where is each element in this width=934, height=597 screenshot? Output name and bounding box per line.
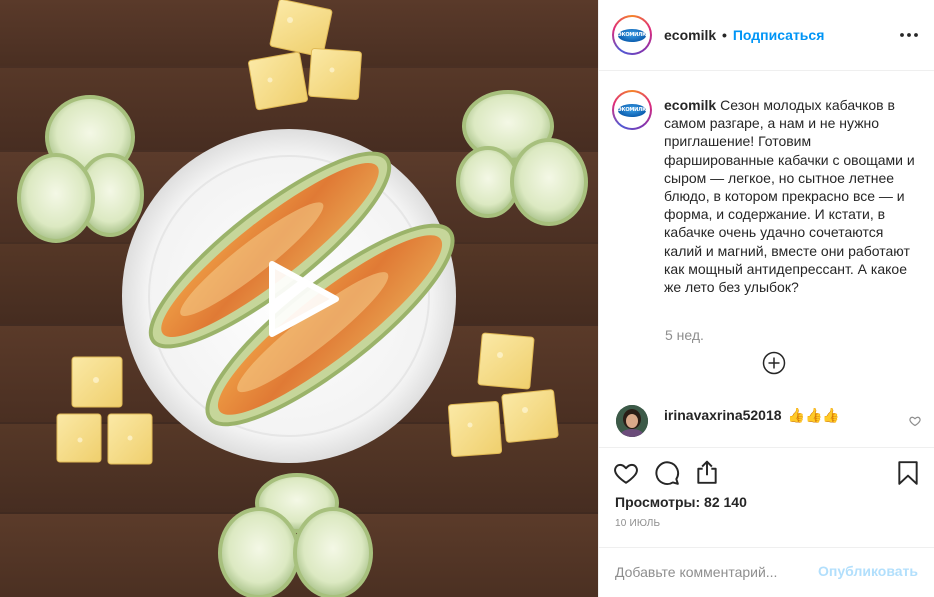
avatar-inner: ЭКОМИЛК [614,17,650,53]
add-comment-bar: Опубликовать [599,547,934,597]
avatar-inner: ЭКОМИЛК [614,92,650,128]
follow-button[interactable]: Подписаться [733,27,825,43]
brand-logo-badge: ЭКОМИЛК [618,103,646,117]
comment-author[interactable]: irinavaxrina52018 [664,407,782,423]
heart-icon[interactable] [909,414,921,427]
comment-body: 👍👍👍 [787,407,840,423]
comment: irinavaxrina52018 👍👍👍 [664,406,840,424]
post-actions: Просмотры: 82 140 10 июль [599,447,934,547]
commenter-avatar[interactable] [616,405,648,437]
caption-avatar[interactable]: ЭКОМИЛК [612,90,652,130]
publish-button[interactable]: Опубликовать [818,563,918,579]
post-video[interactable] [0,0,598,597]
plus-circle-icon[interactable] [762,351,786,375]
username-link[interactable]: ecomilk [664,27,716,43]
more-horizontal-icon[interactable] [899,25,919,45]
bookmark-icon[interactable] [895,460,921,486]
separator-dot: • [722,27,727,43]
brand-logo: ЭКОМИЛК [617,95,647,125]
caption-text: Сезон молодых кабачков в самом разгаре, … [664,97,915,296]
caption-timestamp[interactable]: 5 нед. [665,327,704,343]
views-count[interactable]: Просмотры: 82 140 [615,494,747,510]
comment-input[interactable] [615,562,805,582]
caption-author[interactable]: ecomilk [664,97,716,113]
share-icon[interactable] [694,459,720,485]
avatar[interactable]: ЭКОМИЛК [612,15,652,55]
heart-icon[interactable] [613,460,639,486]
post-header: ЭКОМИЛК ecomilk • Подписаться [599,0,934,71]
comments-list[interactable]: ЭКОМИЛК ecomilk Сезон молодых кабачков в … [599,72,934,446]
brand-logo: ЭКОМИЛК [617,20,647,50]
brand-logo-badge: ЭКОМИЛК [618,28,646,42]
post-date[interactable]: 10 июль [615,518,660,529]
post-caption: ecomilk Сезон молодых кабачков в самом ра… [664,96,922,296]
header-user: ecomilk • Подписаться [664,27,824,43]
play-icon[interactable] [262,260,340,338]
comment-icon[interactable] [654,460,680,486]
post-side-panel: ЭКОМИЛК ecomilk • Подписаться ЭКОМИЛК ec… [598,0,934,597]
